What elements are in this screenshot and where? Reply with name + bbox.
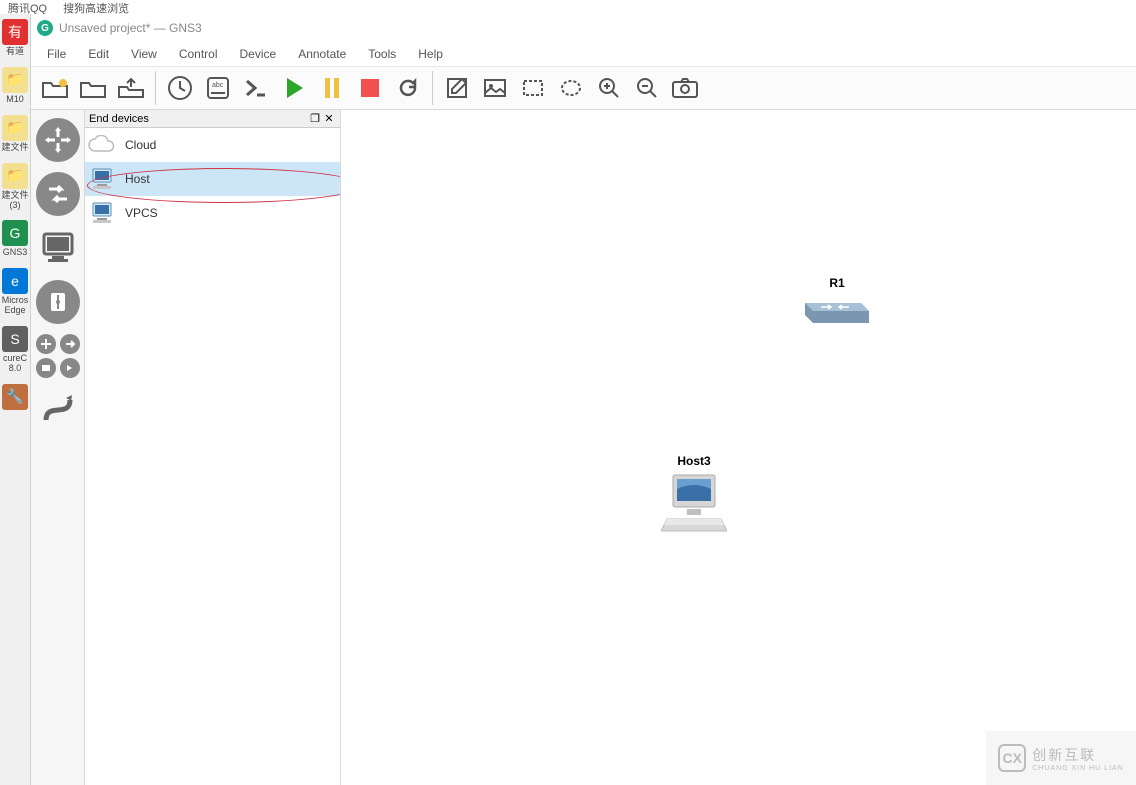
toolbar-screenshot-icon[interactable] [667,70,703,106]
desktop-icon[interactable]: 📁M10 [1,67,29,105]
toolbar: abc [31,66,1136,110]
toolbar-play-icon[interactable] [276,70,312,106]
toolbar-pause-icon[interactable] [314,70,350,106]
node-label: R1 [801,276,873,290]
toolbar-folder-icon[interactable] [75,70,111,106]
desktop-icon[interactable]: 📁建文件 [1,115,29,153]
watermark-sub: CHUANG XIN HU LIAN [1032,765,1124,772]
svg-text:abc: abc [212,82,224,89]
title-bar: G Unsaved project* — GNS3 [31,14,1136,42]
watermark-logo-icon: CX [998,744,1026,772]
app-logo-icon: G [37,20,53,36]
toolbar-stop-icon[interactable] [352,70,388,106]
desktop-icon[interactable]: 🔧 [1,384,29,412]
node-host[interactable]: Host3 [661,454,727,535]
toolbar-zoom-out-icon[interactable] [629,70,665,106]
app-window: G Unsaved project* — GNS3 File Edit View… [30,14,1136,785]
device-routers-icon[interactable] [36,118,80,162]
monitor-icon [87,199,117,227]
menu-edit[interactable]: Edit [78,44,119,64]
device-mini-group [36,334,80,378]
desktop-icon-strip: 有有道 📁M10 📁建文件 📁建文件 (3) GGNS3 eMicros Edg… [0,14,30,785]
toolbar-note-icon[interactable] [439,70,475,106]
device-mini-icon[interactable] [36,334,56,354]
menu-file[interactable]: File [37,44,76,64]
panel-dock-icon[interactable]: ❐ [308,112,322,126]
device-item-vpcs[interactable]: VPCS [85,196,340,230]
node-router[interactable]: R1 [801,276,873,329]
browser-tab[interactable]: 腾讯QQ [0,0,55,14]
device-link-icon[interactable] [36,388,80,432]
device-item-label: Cloud [125,138,156,152]
toolbar-clock-icon[interactable] [162,70,198,106]
desktop-icon[interactable]: 有有道 [1,19,29,57]
toolbar-config-icon[interactable]: abc [200,70,236,106]
toolbar-open-icon[interactable] [37,70,73,106]
device-item-label: VPCS [125,206,158,220]
menu-device[interactable]: Device [230,44,287,64]
toolbar-ellipse-icon[interactable] [553,70,589,106]
menu-annotate[interactable]: Annotate [288,44,356,64]
desktop-icon[interactable]: eMicros Edge [1,268,29,316]
browser-tab-strip: 腾讯QQ 搜狗高速浏览 [0,0,1136,14]
menubar: File Edit View Control Device Annotate T… [31,42,1136,66]
host-icon [87,165,117,193]
node-label: Host3 [661,454,727,468]
cloud-icon [87,131,117,159]
desktop-icon[interactable]: 📁建文件 (3) [1,163,29,211]
menu-control[interactable]: Control [169,44,228,64]
watermark: CX 创新互联 CHUANG XIN HU LIAN [986,731,1136,785]
device-list: Cloud Host VPCS [85,128,340,785]
toolbar-reload-icon[interactable] [390,70,426,106]
toolbar-rectangle-icon[interactable] [515,70,551,106]
device-mini-icon[interactable] [60,358,80,378]
device-item-cloud[interactable]: Cloud [85,128,340,162]
window-title: Unsaved project* — GNS3 [59,21,202,35]
topology-canvas[interactable]: R1 Host3 [341,110,1136,785]
menu-tools[interactable]: Tools [358,44,406,64]
panel-close-icon[interactable]: ✕ [322,112,336,126]
device-item-host[interactable]: Host [85,162,340,196]
toolbar-zoom-in-icon[interactable] [591,70,627,106]
device-switches-icon[interactable] [36,172,80,216]
device-toolbar [31,110,85,785]
body-area: End devices ❐ ✕ Cloud Host VPCS [31,110,1136,785]
device-mini-icon[interactable] [36,358,56,378]
device-mini-icon[interactable] [60,334,80,354]
panel-header: End devices ❐ ✕ [85,110,340,128]
panel-title: End devices [89,113,308,125]
desktop-icon[interactable]: GGNS3 [1,220,29,258]
menu-help[interactable]: Help [408,44,453,64]
toolbar-export-icon[interactable] [113,70,149,106]
device-item-label: Host [125,172,150,186]
host-icon [661,471,727,535]
devices-panel: End devices ❐ ✕ Cloud Host VPCS [85,110,341,785]
desktop-icon[interactable]: ScureC 8.0 [1,326,29,374]
browser-tab[interactable]: 搜狗高速浏览 [55,0,137,14]
device-security-icon[interactable] [36,280,80,324]
router-icon [801,293,873,329]
watermark-brand: 创新互联 [1032,745,1124,765]
device-end-devices-icon[interactable] [36,226,80,270]
menu-view[interactable]: View [121,44,167,64]
toolbar-image-icon[interactable] [477,70,513,106]
toolbar-separator [155,71,156,105]
toolbar-separator [432,71,433,105]
toolbar-console-icon[interactable] [238,70,274,106]
